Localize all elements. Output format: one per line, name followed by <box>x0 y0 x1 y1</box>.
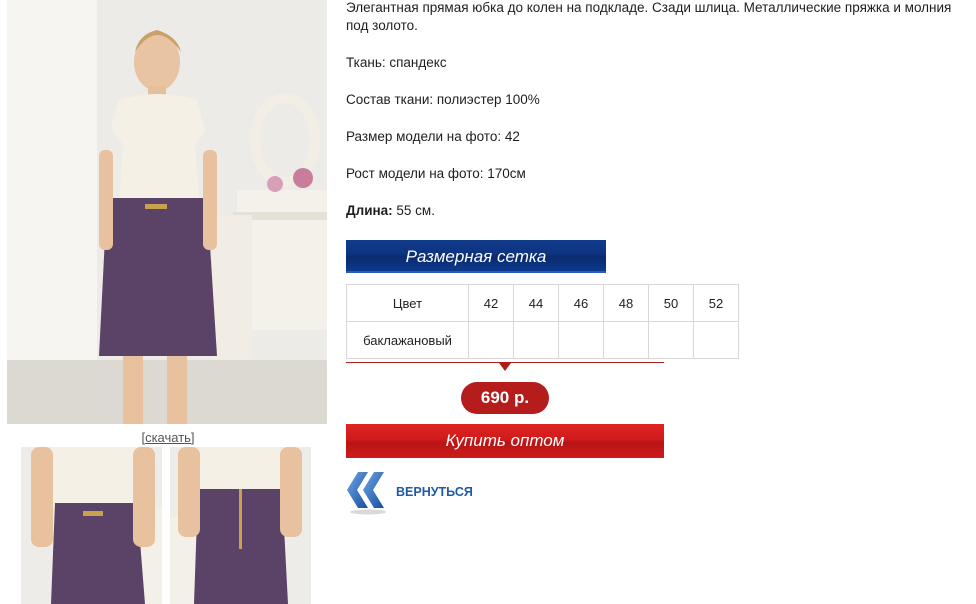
table-header-cell: 50 <box>648 284 694 322</box>
price-badge: 690 р. <box>461 382 549 414</box>
table-header-cell: Цвет <box>346 284 469 322</box>
thumbnail-back[interactable] <box>170 447 311 604</box>
double-chevron-left-icon <box>347 472 386 515</box>
table-cell-qty[interactable] <box>648 321 694 359</box>
table-cell-qty[interactable] <box>693 321 739 359</box>
description-lead: Элегантная прямая юбка до колен на подкл… <box>346 0 952 33</box>
model-height-text: Рост модели на фото: 170см <box>346 166 526 181</box>
table-header-cell: 48 <box>603 284 649 322</box>
table-cell-qty[interactable] <box>513 321 559 359</box>
table-cell-qty[interactable] <box>603 321 649 359</box>
length-label: Длина: <box>346 203 393 218</box>
length-text: Длина: 55 см. <box>346 202 435 220</box>
table-header-cell: 44 <box>513 284 559 322</box>
back-link[interactable]: ВЕРНУТЬСЯ <box>346 468 486 516</box>
size-table-header-row: Цвет 42 44 46 48 50 52 <box>346 284 739 322</box>
table-cell-qty[interactable] <box>468 321 514 359</box>
price-pointer-icon <box>499 363 511 371</box>
buy-wholesale-button[interactable]: Купить оптом <box>346 424 664 458</box>
main-product-photo[interactable] <box>7 0 327 424</box>
model-size-text: Размер модели на фото: 42 <box>346 129 520 144</box>
table-cell-qty[interactable] <box>558 321 604 359</box>
table-header-cell: 42 <box>468 284 514 322</box>
table-row: баклажановый <box>346 321 739 359</box>
size-chart-button[interactable]: Размерная сетка <box>346 240 606 273</box>
table-header-cell: 46 <box>558 284 604 322</box>
composition-text: Состав ткани: полиэстер 100% <box>346 92 540 107</box>
thumbnail-front[interactable] <box>21 447 162 604</box>
fabric-text: Ткань: спандекс <box>346 55 447 70</box>
size-table: Цвет 42 44 46 48 50 52 баклажановый <box>346 284 739 359</box>
table-header-cell: 52 <box>693 284 739 322</box>
back-label: ВЕРНУТЬСЯ <box>396 485 473 499</box>
table-cell-color: баклажановый <box>346 321 469 359</box>
length-value: 55 см. <box>392 203 435 218</box>
download-link[interactable]: [скачать] <box>0 430 336 445</box>
